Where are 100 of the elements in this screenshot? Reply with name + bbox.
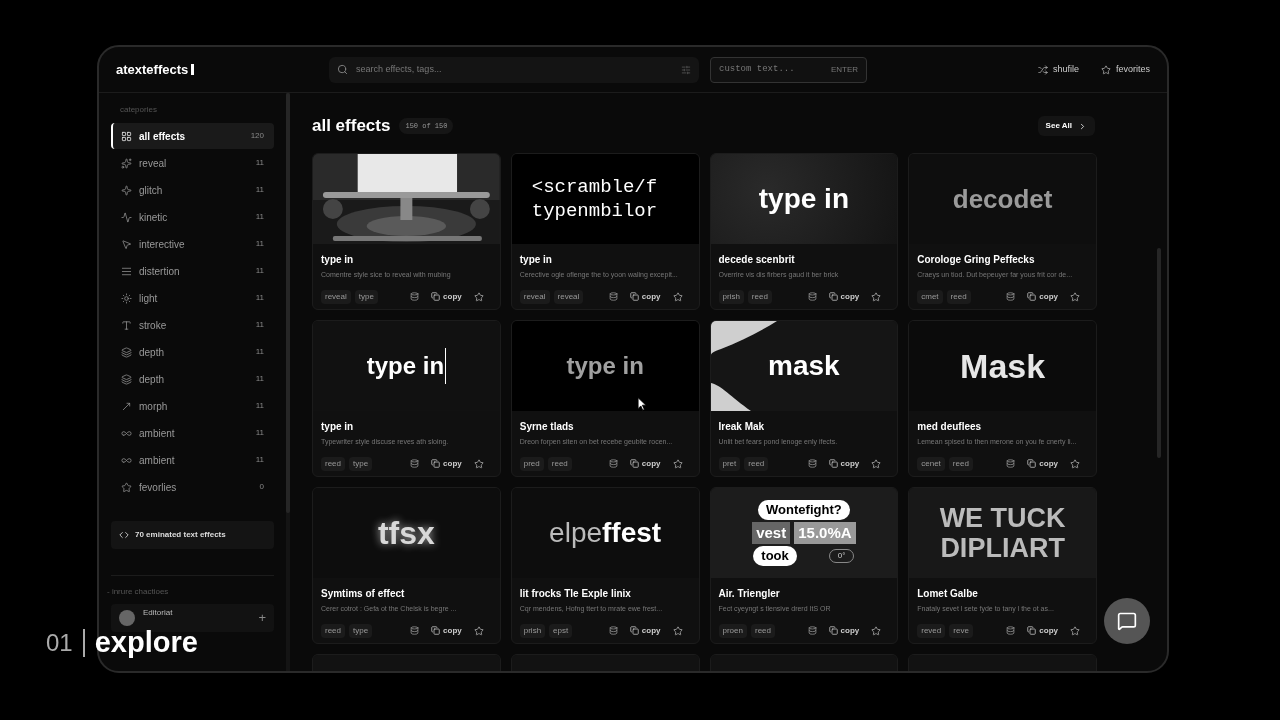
category-item[interactable]: distertion 11 bbox=[111, 258, 274, 284]
copy-button[interactable]: copy bbox=[1027, 624, 1058, 637]
copy-icon bbox=[629, 459, 639, 468]
category-item[interactable]: fevorlies 0 bbox=[111, 474, 274, 500]
card-title: Syrne tlads bbox=[519, 420, 575, 434]
category-item[interactable]: depth 11 bbox=[111, 339, 274, 365]
tag: reve bbox=[949, 623, 973, 638]
star-icon bbox=[121, 481, 132, 493]
category-item[interactable]: reveal 11 bbox=[111, 150, 274, 176]
copy-button[interactable]: copy bbox=[431, 624, 462, 637]
database-icon[interactable] bbox=[807, 292, 817, 301]
tag: cenet bbox=[917, 456, 945, 471]
section-heading: catepories bbox=[119, 104, 158, 116]
pointer-icon bbox=[121, 238, 132, 250]
chevron-icon bbox=[1078, 121, 1087, 131]
card-title: type in bbox=[519, 253, 553, 267]
database-icon[interactable] bbox=[807, 626, 817, 635]
star-icon[interactable] bbox=[871, 291, 882, 302]
star-icon[interactable] bbox=[473, 458, 484, 469]
preview-text: type in bbox=[366, 348, 447, 384]
copy-button[interactable]: copy bbox=[828, 457, 860, 470]
star-icon[interactable] bbox=[871, 458, 882, 469]
custom-text-box[interactable]: custom text... ENTER bbox=[710, 56, 867, 83]
database-icon[interactable] bbox=[410, 459, 420, 468]
tag: type bbox=[349, 456, 373, 471]
category-item[interactable]: all effects 120 bbox=[111, 123, 274, 149]
category-item[interactable]: stroke 11 bbox=[111, 312, 274, 338]
lines-icon bbox=[121, 265, 132, 277]
copy-button[interactable]: copy bbox=[1027, 457, 1058, 470]
tag: cmet bbox=[917, 289, 943, 304]
tag: reved bbox=[917, 623, 946, 638]
preview-text: decodet bbox=[952, 182, 1053, 216]
tag: proen bbox=[718, 623, 747, 638]
tag: reed bbox=[948, 456, 973, 471]
arrow-icon bbox=[121, 400, 132, 412]
tag: reed bbox=[321, 623, 345, 638]
grid-icon bbox=[121, 130, 132, 142]
speech-bubble: took bbox=[753, 546, 797, 566]
category-item[interactable]: interective 11 bbox=[111, 231, 274, 257]
star-icon[interactable] bbox=[672, 625, 683, 636]
category-item[interactable]: depth 11 bbox=[111, 366, 274, 392]
card-title: Ireak Mak bbox=[718, 420, 766, 434]
see-all-button[interactable]: See All bbox=[1037, 116, 1095, 136]
database-icon[interactable] bbox=[410, 626, 420, 635]
sparkle-icon bbox=[121, 184, 132, 196]
star-icon[interactable] bbox=[473, 625, 484, 636]
search-field[interactable]: search effects, tags... bbox=[356, 62, 673, 77]
copy-button[interactable]: copy bbox=[629, 457, 661, 470]
category-item[interactable]: light 11 bbox=[111, 285, 274, 311]
database-icon[interactable] bbox=[1006, 626, 1016, 635]
database-icon[interactable] bbox=[1006, 459, 1016, 468]
database-icon[interactable] bbox=[608, 626, 618, 635]
database-icon[interactable] bbox=[608, 292, 618, 301]
preview-text: type in bbox=[758, 182, 849, 216]
star-icon[interactable] bbox=[1070, 625, 1080, 636]
copy-button[interactable]: copy bbox=[431, 290, 462, 303]
search-box[interactable]: search effects, tags... bbox=[329, 56, 699, 83]
copy-icon bbox=[629, 292, 639, 301]
database-icon[interactable] bbox=[608, 459, 618, 468]
header-link[interactable]: fevorites bbox=[1101, 62, 1150, 77]
tag: type bbox=[349, 623, 373, 638]
tag: reed bbox=[547, 456, 572, 471]
star-icon[interactable] bbox=[672, 458, 683, 469]
pulse-icon bbox=[121, 211, 132, 223]
card-title: decede scenbrit bbox=[718, 253, 796, 267]
custom-text-field[interactable]: custom text... bbox=[719, 62, 831, 77]
header-link[interactable]: shufile bbox=[1037, 62, 1079, 77]
copy-button[interactable]: copy bbox=[1027, 290, 1058, 303]
card-title: Lomet Galbe bbox=[917, 587, 979, 601]
star-icon[interactable] bbox=[473, 291, 484, 302]
copy-button[interactable]: copy bbox=[431, 457, 462, 470]
star-icon[interactable] bbox=[672, 291, 683, 302]
category-item[interactable]: kinetic 11 bbox=[111, 204, 274, 230]
speech-bubble: Wontefight? bbox=[758, 500, 850, 520]
copy-button[interactable]: copy bbox=[828, 624, 860, 637]
category-item[interactable]: morph 11 bbox=[111, 393, 274, 419]
copy-button[interactable]: copy bbox=[828, 290, 860, 303]
category-item[interactable]: ambient 11 bbox=[111, 420, 274, 446]
card-title: Air. Triengler bbox=[718, 587, 781, 601]
category-item[interactable]: ambient 11 bbox=[111, 447, 274, 473]
app-logo[interactable]: atexteffects bbox=[116, 59, 189, 80]
star-icon[interactable] bbox=[871, 625, 882, 636]
preview-text: type in bbox=[566, 351, 644, 381]
copy-icon bbox=[431, 292, 441, 301]
star-icon[interactable] bbox=[1070, 291, 1080, 302]
category-item[interactable]: glitch 11 bbox=[111, 177, 274, 203]
add-button[interactable]: + bbox=[258, 608, 266, 628]
layers-icon bbox=[121, 346, 132, 358]
database-icon[interactable] bbox=[807, 459, 817, 468]
promo-button[interactable]: 70 eminated text effects bbox=[111, 521, 274, 549]
layers-icon bbox=[121, 373, 132, 385]
copy-button[interactable]: copy bbox=[629, 290, 661, 303]
star-icon[interactable] bbox=[1070, 458, 1080, 469]
copy-icon bbox=[1027, 626, 1037, 635]
copy-button[interactable]: copy bbox=[629, 624, 661, 637]
preview-text: elpeffest bbox=[549, 516, 662, 550]
database-icon[interactable] bbox=[1006, 292, 1016, 301]
preview-text: WE TUCK bbox=[939, 503, 1066, 533]
database-icon[interactable] bbox=[410, 292, 420, 301]
mouse-pointer-icon bbox=[635, 397, 648, 411]
